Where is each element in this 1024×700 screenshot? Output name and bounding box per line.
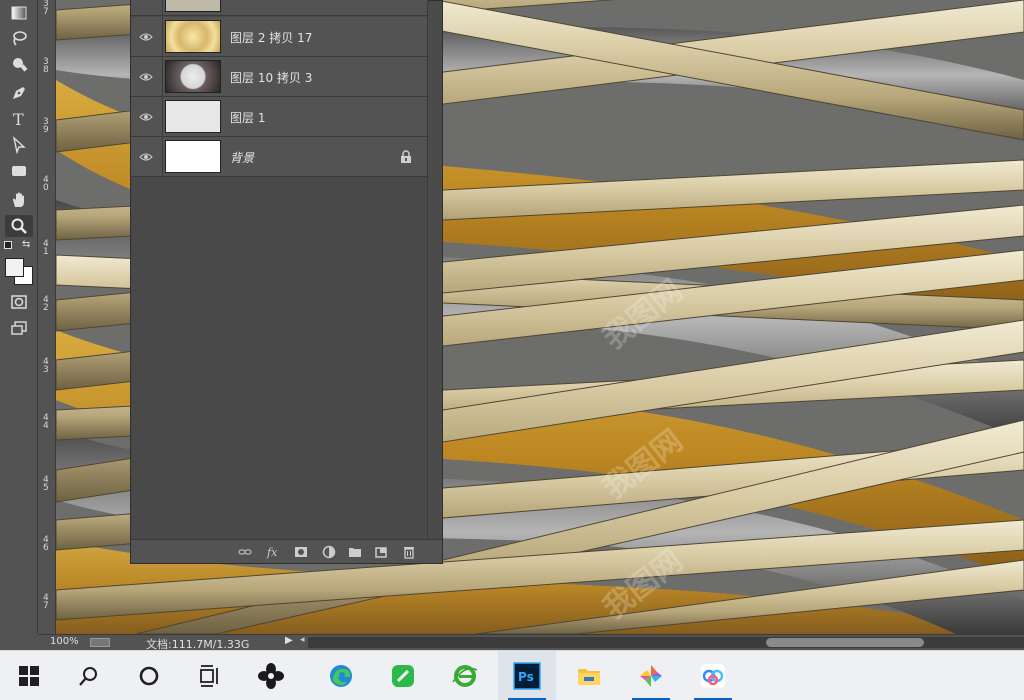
layer-row-background[interactable]: 背景 <box>131 137 428 177</box>
trash-icon[interactable] <box>401 544 417 560</box>
visibility-eye-icon[interactable] <box>139 0 153 3</box>
swap-colors-icon[interactable]: ⇆ <box>22 239 30 250</box>
layer-thumbnail <box>165 140 221 173</box>
status-menu-arrow-icon[interactable]: ▶ <box>285 635 293 646</box>
windows-start-icon[interactable] <box>0 651 58 700</box>
layer-name: 图层 1 <box>230 111 266 125</box>
fx-icon[interactable]: fx <box>265 544 281 560</box>
lasso-tool-icon[interactable] <box>5 27 33 49</box>
svg-text:T: T <box>13 110 24 128</box>
layer-name: 图层 2 拷贝 17 <box>230 31 313 45</box>
rectangle-tool-icon[interactable] <box>5 160 33 182</box>
divider <box>162 17 163 56</box>
ruler-label: 47 <box>43 593 49 611</box>
visibility-eye-icon[interactable] <box>139 70 153 84</box>
ruler-label: 39 <box>43 117 49 135</box>
color-app-icon[interactable] <box>622 651 680 700</box>
quick-mask-icon[interactable] <box>5 291 33 313</box>
layer-row-partial[interactable] <box>131 0 428 16</box>
layer-row[interactable]: 图层 2 拷贝 17 <box>131 17 428 57</box>
ruler-label: 38 <box>43 57 49 75</box>
ie-browser-icon[interactable] <box>436 651 494 700</box>
ruler-label: 44 <box>43 413 49 431</box>
folder-icon[interactable] <box>347 544 363 560</box>
ruler-label: 43 <box>43 357 49 375</box>
lock-icon <box>401 150 411 163</box>
mask-icon[interactable] <box>293 544 309 560</box>
zoom-level[interactable]: 100% <box>50 636 79 647</box>
layer-row[interactable]: 图层 10 拷贝 3 <box>131 57 428 97</box>
hand-tool-icon[interactable] <box>5 189 33 211</box>
divider <box>162 0 163 15</box>
pinwheel-app-icon[interactable] <box>242 651 300 700</box>
status-bar: 100% 文档:111.7M/1.33G ▶ ◂ <box>38 634 1024 651</box>
ruler-label: 40 <box>43 175 49 193</box>
baidu-netdisk-icon[interactable] <box>684 651 742 700</box>
ruler-label: 42 <box>43 295 49 313</box>
scroll-left-arrow-icon[interactable]: ◂ <box>300 635 305 645</box>
layers-panel-toolbar: fx <box>131 539 442 563</box>
adjustment-icon[interactable] <box>321 544 337 560</box>
cortana-icon[interactable] <box>120 651 178 700</box>
layer-name: 图层 10 拷贝 3 <box>230 71 313 85</box>
divider <box>162 57 163 96</box>
vertical-ruler: 37 38 39 40 41 42 43 44 45 46 47 <box>38 0 56 634</box>
gradient-tool-icon[interactable] <box>5 2 33 24</box>
pen-tool-icon[interactable] <box>5 82 33 104</box>
layer-name: 背景 <box>230 151 255 165</box>
layer-thumbnail <box>165 20 221 53</box>
svg-text:Ps: Ps <box>518 670 534 684</box>
path-selection-tool-icon[interactable] <box>5 134 33 156</box>
link-icon[interactable] <box>237 544 253 560</box>
layers-panel[interactable]: 图层 2 拷贝 17 图层 10 拷贝 3 图层 1 背景 fx <box>130 0 443 564</box>
layer-thumbnail <box>165 100 221 133</box>
type-tool-icon[interactable]: T <box>5 108 33 130</box>
search-icon[interactable] <box>60 651 118 700</box>
ruler-label: 45 <box>43 475 49 493</box>
screen-mode-icon[interactable] <box>5 317 33 339</box>
layer-row[interactable]: 图层 1 <box>131 97 428 137</box>
divider <box>162 97 163 136</box>
layer-thumbnail <box>165 0 221 12</box>
default-colors-icon[interactable] <box>4 241 12 249</box>
foreground-color-swatch[interactable] <box>5 258 24 277</box>
smudge-tool-icon[interactable] <box>5 53 33 75</box>
photoshop-icon[interactable]: Ps <box>498 651 556 700</box>
file-explorer-icon[interactable] <box>560 651 618 700</box>
horizontal-scrollbar[interactable] <box>308 637 1024 648</box>
ruler-label: 37 <box>43 0 49 17</box>
windows-taskbar: Ps <box>0 650 1024 700</box>
visibility-eye-icon[interactable] <box>139 30 153 44</box>
svg-text:fx: fx <box>266 546 278 559</box>
status-preview-icon <box>90 638 110 647</box>
green-app-icon[interactable] <box>374 651 432 700</box>
layer-thumbnail <box>165 60 221 93</box>
zoom-tool-icon[interactable] <box>5 215 33 237</box>
tools-bar: T ⇆ <box>0 0 38 634</box>
ruler-label: 46 <box>43 535 49 553</box>
visibility-eye-icon[interactable] <box>139 110 153 124</box>
visibility-eye-icon[interactable] <box>139 150 153 164</box>
edge-icon[interactable] <box>312 651 370 700</box>
ruler-label: 41 <box>43 239 49 257</box>
scrollbar-thumb[interactable] <box>766 638 924 647</box>
task-view-icon[interactable] <box>180 651 238 700</box>
photoshop-window: 我图网 我图网 我图网 我图网 我图网 我图网 图层 2 拷贝 17 图层 10… <box>0 0 1024 700</box>
new-layer-icon[interactable] <box>373 544 389 560</box>
layers-scrollbar[interactable] <box>427 1 442 538</box>
divider <box>162 137 163 176</box>
